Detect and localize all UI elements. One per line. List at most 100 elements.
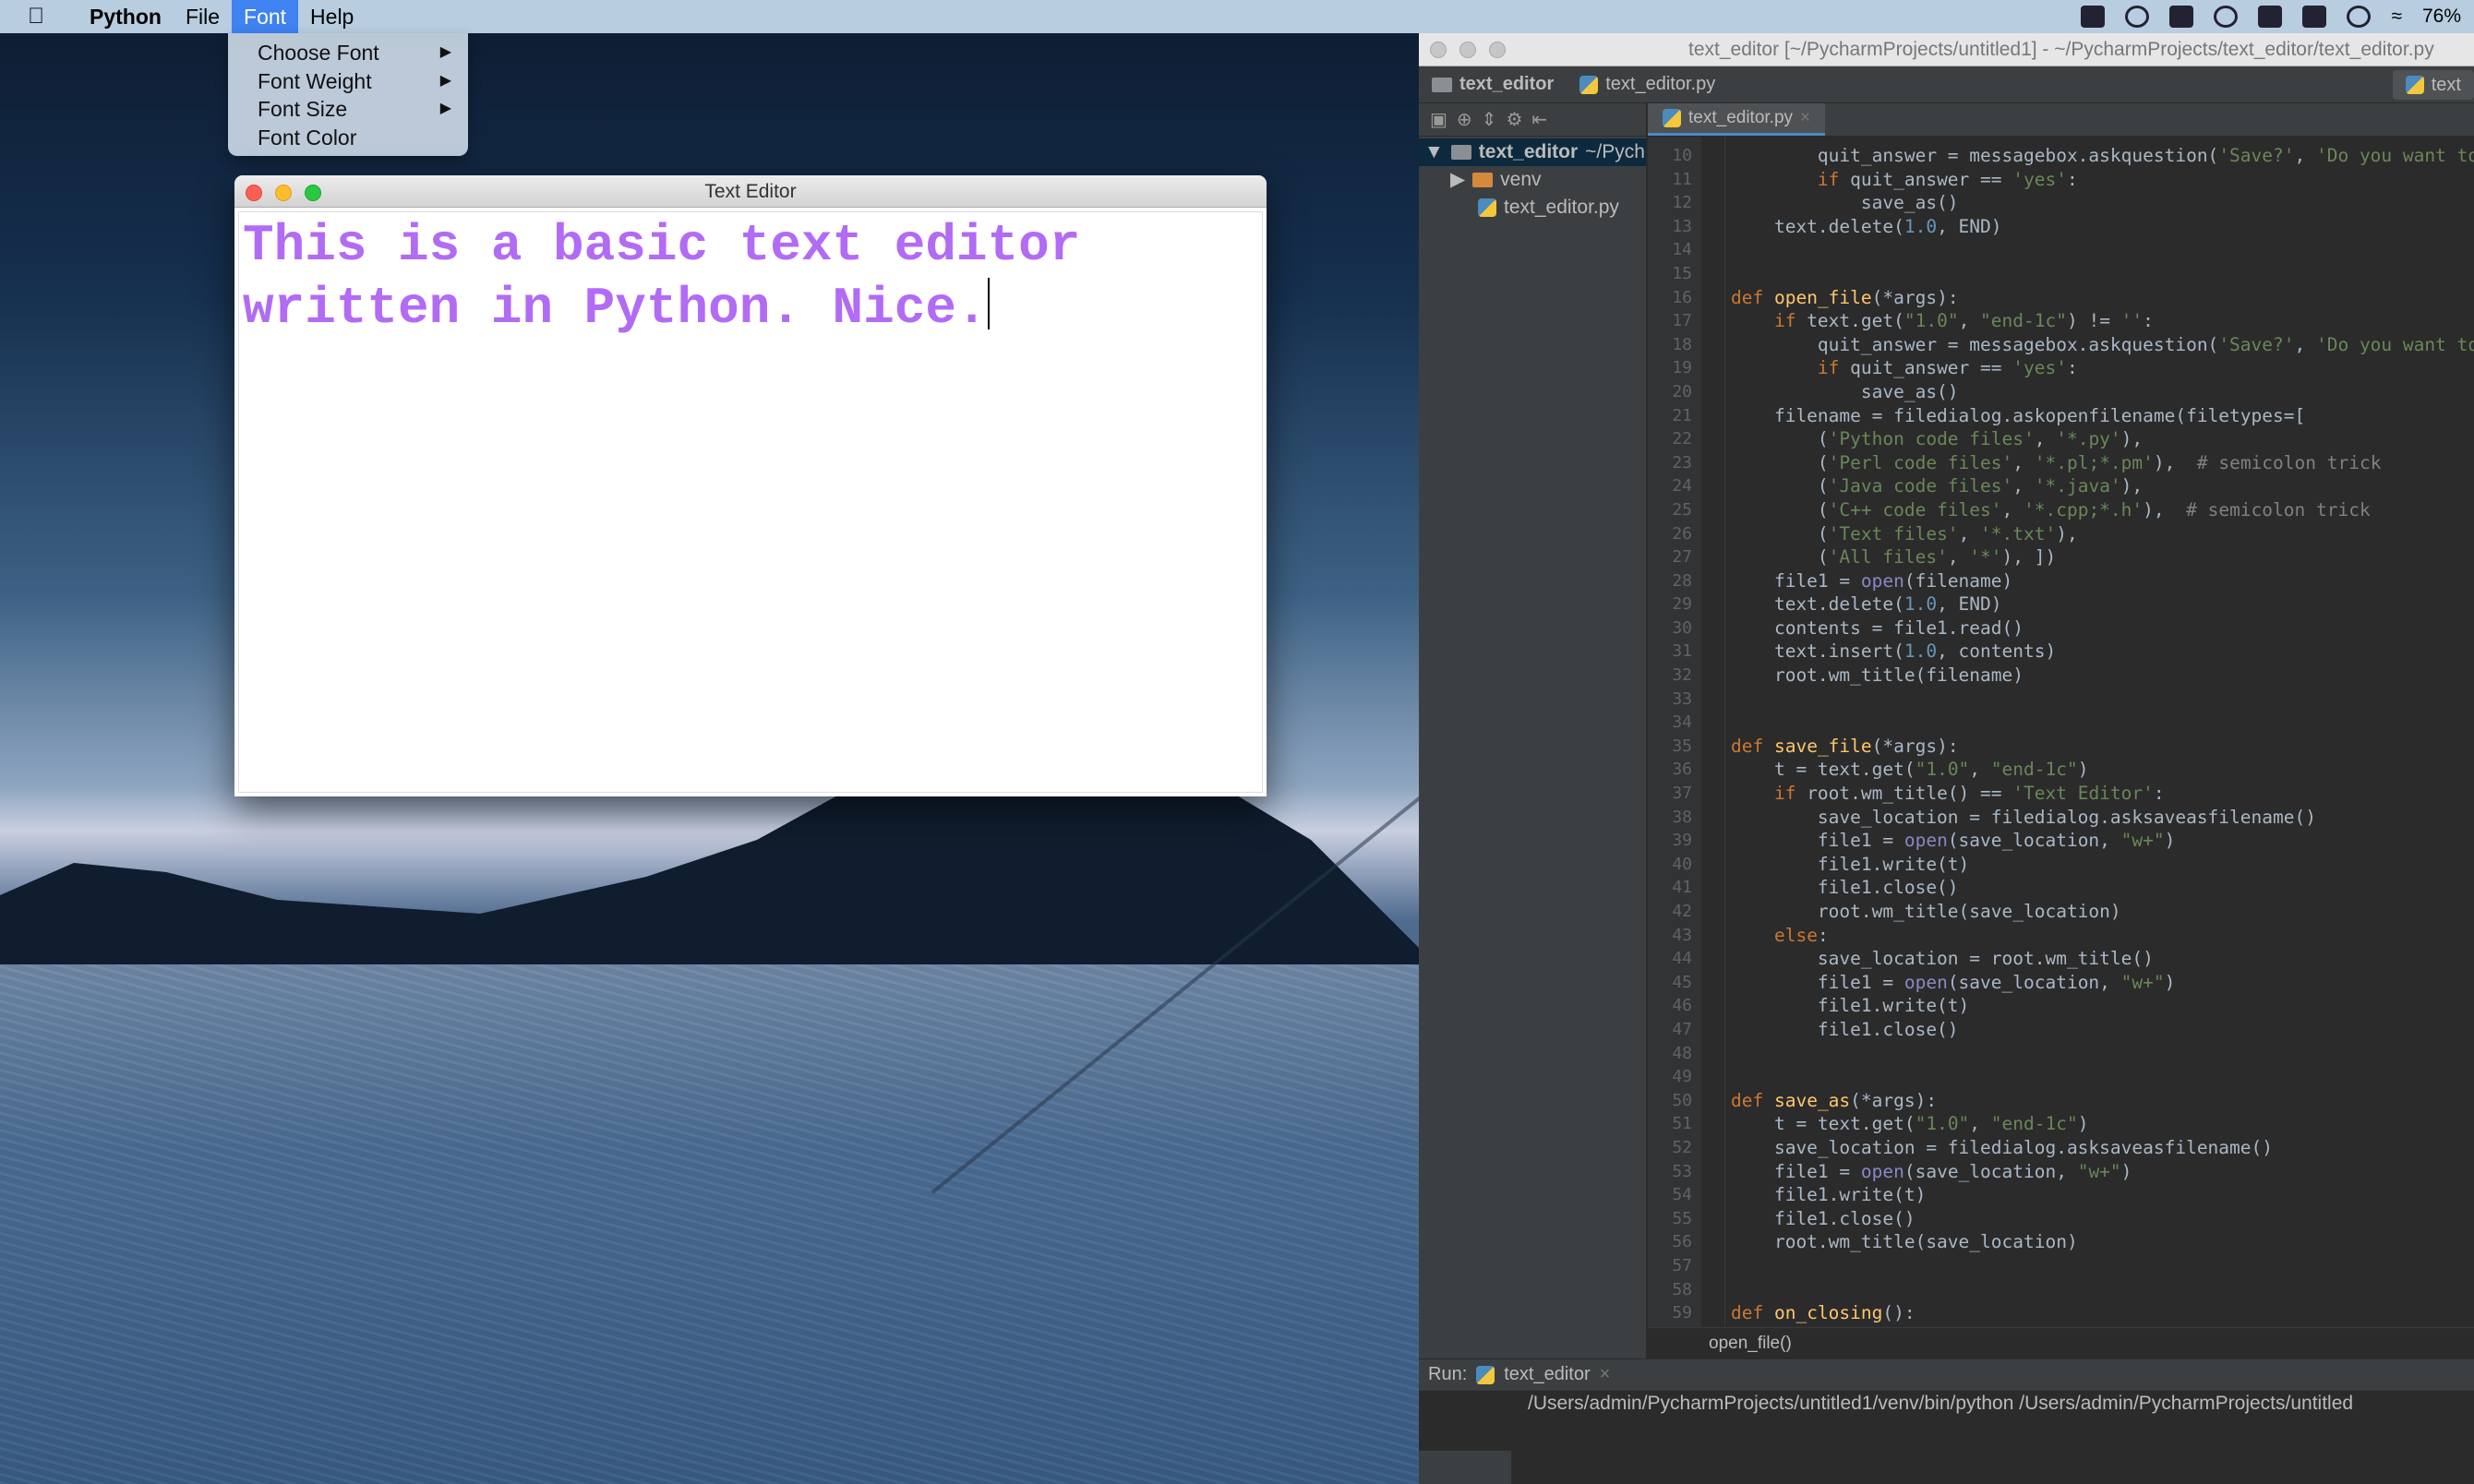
code-line[interactable]: text.delete(1.0, END) [1731, 215, 2474, 239]
ide-titlebar[interactable]: text_editor [~/PycharmProjects/untitled1… [1419, 33, 2474, 66]
code-line[interactable]: file1.write(t) [1731, 994, 2474, 1018]
status-app-icon[interactable] [2081, 6, 2106, 28]
code-line[interactable] [1731, 688, 2474, 712]
code-line[interactable]: file1 = open(save_location, "w+") [1731, 1160, 2474, 1184]
code-line[interactable]: text.insert(1.0, contents) [1731, 640, 2474, 664]
code-line[interactable]: text.delete(1.0, END) [1731, 592, 2474, 616]
code-line[interactable]: contents = file1.read() [1731, 616, 2474, 640]
breadcrumb-project[interactable]: text_editor [1419, 74, 1567, 95]
code-line[interactable] [1731, 1042, 2474, 1066]
project-view-icon[interactable]: ▣ [1430, 108, 1447, 131]
code-line[interactable]: else: [1731, 924, 2474, 948]
code-line[interactable]: ('Java code files', '*.java'), [1731, 474, 2474, 498]
code-line[interactable]: file1 = open(save_location, "w+") [1731, 829, 2474, 853]
expand-arrow-icon[interactable]: ▼ [1424, 138, 1444, 166]
text-area[interactable]: This is a basic text editor written in P… [238, 211, 1263, 793]
tab-text-editor-py[interactable]: text_editor.py × [1648, 103, 1826, 136]
line-number: 19 [1672, 358, 1692, 378]
code-line[interactable]: file1 = open(save_location, "w+") [1731, 971, 2474, 995]
notification-icon[interactable] [2258, 6, 2283, 28]
code-line[interactable]: save_as() [1731, 380, 2474, 404]
code-line[interactable]: save_as() [1731, 191, 2474, 215]
menu-item-font-size[interactable]: Font Size ▶ [228, 95, 468, 124]
code-line[interactable]: root.wm_title(save_location) [1731, 1230, 2474, 1254]
wifi-icon[interactable]: ≈ [2391, 6, 2402, 28]
window-title: Text Editor [704, 181, 797, 202]
tree-root[interactable]: ▼ text_editor ~/Pych [1419, 138, 1646, 166]
collapse-icon[interactable]: ⇕ [1482, 108, 1497, 131]
code-line[interactable]: def save_as(*args): [1731, 1089, 2474, 1113]
menu-item-choose-font[interactable]: Choose Font ▶ [228, 39, 468, 67]
close-tab-icon[interactable]: × [1800, 108, 1810, 128]
menu-file[interactable]: File [174, 0, 232, 33]
minimize-window-button[interactable] [1459, 42, 1476, 58]
project-toolbar: ▣ ⊕ ⇕ ⚙ ⇤ [1419, 103, 1646, 137]
code-line[interactable]: file1.close() [1731, 1207, 2474, 1231]
hide-panel-icon[interactable]: ⇤ [1531, 108, 1547, 131]
menu-font[interactable]: Font [232, 0, 299, 33]
window-titlebar[interactable]: Text Editor [234, 175, 1267, 208]
code-line[interactable]: save_location = root.wm_title() [1731, 947, 2474, 971]
breadcrumb-file[interactable]: text_editor.py [1567, 74, 1728, 95]
grid-icon[interactable] [2302, 6, 2327, 28]
close-tab-icon[interactable]: × [1600, 1364, 1611, 1385]
code-line[interactable] [1731, 238, 2474, 262]
code-line[interactable]: ('Text files', '*.txt'), [1731, 522, 2474, 546]
collapse-arrow-icon[interactable]: ▶ [1450, 166, 1465, 194]
code-line[interactable] [1731, 711, 2474, 735]
code-line[interactable]: save_location = filedialog.asksaveasfile… [1731, 1136, 2474, 1160]
code-line[interactable] [1731, 1254, 2474, 1278]
code-line[interactable]: file1.close() [1731, 1018, 2474, 1042]
run-config-selector[interactable]: text [2392, 70, 2474, 100]
code-line[interactable]: root.wm_title(filename) [1731, 664, 2474, 688]
folder-icon [1472, 173, 1494, 187]
status-cloud-icon[interactable] [2214, 6, 2239, 28]
menu-app[interactable]: Python [78, 0, 174, 33]
code-line[interactable]: def open_file(*args): [1731, 286, 2474, 310]
code-line[interactable]: if quit_answer == 'yes': [1731, 356, 2474, 380]
do-not-disturb-icon[interactable] [2347, 6, 2372, 28]
code-breadcrumb[interactable]: open_file() [1648, 1327, 2474, 1358]
battery-label[interactable]: 76% [2422, 6, 2461, 28]
code-line[interactable]: ('All files', '*'), ]) [1731, 545, 2474, 569]
code-line[interactable]: ('Python code files', '*.py'), [1731, 427, 2474, 451]
zoom-window-button[interactable] [1489, 42, 1506, 58]
code-line[interactable] [1731, 1065, 2474, 1089]
code-line[interactable]: if text.get("1.0", "end-1c") != '': [1731, 309, 2474, 333]
code-area[interactable]: quit_answer = messagebox.askquestion('Sa… [1731, 144, 2474, 1372]
code-line[interactable]: quit_answer = messagebox.askquestion('Sa… [1731, 144, 2474, 168]
locate-icon[interactable]: ⊕ [1457, 108, 1472, 131]
code-line[interactable]: def on_closing(): [1731, 1301, 2474, 1325]
code-line[interactable]: filename = filedialog.askopenfilename(fi… [1731, 404, 2474, 428]
submenu-arrow-icon: ▶ [439, 44, 451, 60]
code-line[interactable]: root.wm_title(save_location) [1731, 900, 2474, 924]
apple-icon[interactable]:  [28, 4, 59, 30]
code-line[interactable] [1731, 1278, 2474, 1302]
code-line[interactable]: ('Perl code files', '*.pl;*.pm'), # semi… [1731, 451, 2474, 475]
python-file-icon [1663, 109, 1681, 127]
code-line[interactable]: file1 = open(filename) [1731, 569, 2474, 593]
code-line[interactable]: file1.write(t) [1731, 1183, 2474, 1207]
menu-help[interactable]: Help [298, 0, 366, 33]
tree-item-venv[interactable]: ▶ venv [1419, 166, 1646, 194]
menu-item-font-weight[interactable]: Font Weight ▶ [228, 67, 468, 96]
code-line[interactable]: if quit_answer == 'yes': [1731, 168, 2474, 192]
code-line[interactable]: quit_answer = messagebox.askquestion('Sa… [1731, 333, 2474, 357]
code-line[interactable]: file1.write(t) [1731, 853, 2474, 877]
code-line[interactable]: t = text.get("1.0", "end-1c") [1731, 758, 2474, 782]
code-line[interactable]: file1.close() [1731, 876, 2474, 900]
code-line[interactable]: def save_file(*args): [1731, 735, 2474, 759]
code-line[interactable]: ('C++ code files', '*.cpp;*.h'), # semic… [1731, 498, 2474, 522]
settings-gear-icon[interactable]: ⚙ [1506, 108, 1522, 131]
code-line[interactable]: save_location = filedialog.asksaveasfile… [1731, 806, 2474, 830]
close-window-button[interactable] [1430, 42, 1447, 58]
status-circle-icon[interactable] [2125, 6, 2150, 28]
code-line[interactable] [1731, 262, 2474, 286]
code-line[interactable]: t = text.get("1.0", "end-1c") [1731, 1112, 2474, 1136]
run-tab[interactable]: text_editor [1504, 1364, 1590, 1385]
code-line[interactable]: if root.wm_title() == 'Text Editor': [1731, 782, 2474, 806]
menu-item-font-color[interactable]: Font Color [228, 124, 468, 152]
line-number: 17 [1672, 311, 1692, 331]
tree-item-file[interactable]: text_editor.py [1419, 194, 1646, 221]
docker-icon[interactable] [2169, 6, 2194, 28]
